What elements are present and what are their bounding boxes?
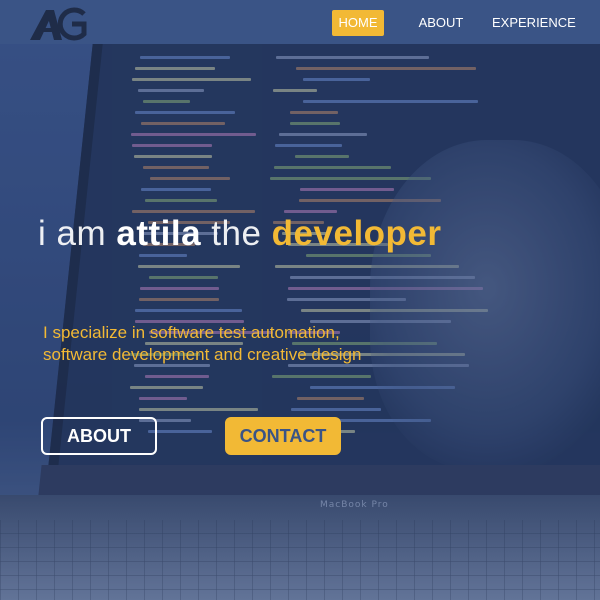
headline-role: developer — [271, 214, 442, 253]
color-overlay — [0, 0, 600, 600]
top-navbar: HOME ABOUT EXPERIENCE — [0, 0, 600, 44]
headline-connector: the — [201, 214, 272, 253]
nav-experience[interactable]: EXPERIENCE — [492, 10, 576, 36]
hero-tagline: I specialize in software test automation… — [43, 322, 483, 366]
headline-name: attila — [116, 214, 202, 253]
about-button[interactable]: ABOUT — [41, 417, 157, 455]
contact-button[interactable]: CONTACT — [225, 417, 341, 455]
tagline-line-1: I specialize in software test automation… — [43, 323, 340, 342]
hero-background: MacBook Pro — [0, 0, 600, 600]
nav-home[interactable]: HOME — [332, 10, 384, 36]
hero-headline: i am attila the developer — [38, 214, 442, 254]
tagline-line-2: software development and creative design — [43, 345, 362, 364]
logo-icon[interactable] — [28, 4, 90, 42]
headline-intro: i am — [38, 214, 117, 253]
nav-about[interactable]: ABOUT — [413, 10, 469, 36]
